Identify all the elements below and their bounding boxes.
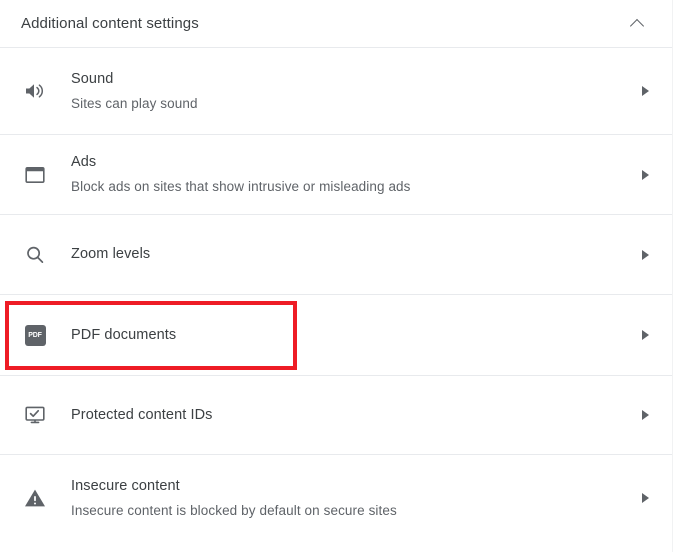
row-text: Insecure content Insecure content is blo…	[71, 476, 637, 521]
row-text: Sound Sites can play sound	[71, 69, 637, 114]
chevron-right-icon[interactable]	[637, 83, 653, 99]
row-subtitle: Insecure content is blocked by default o…	[71, 502, 397, 518]
row-ads[interactable]: Ads Block ads on sites that show intrusi…	[0, 135, 679, 214]
chevron-right-icon[interactable]	[637, 167, 653, 183]
row-sound[interactable]: Sound Sites can play sound	[0, 48, 679, 134]
volume-up-icon	[20, 76, 50, 106]
pdf-icon: PDF	[20, 320, 50, 350]
chevron-right-icon[interactable]	[637, 407, 653, 423]
row-title: PDF documents	[71, 326, 177, 343]
row-title: Sound	[71, 70, 114, 87]
page-title: Additional content settings	[21, 14, 199, 32]
chevron-right-icon[interactable]	[637, 327, 653, 343]
chevron-right-icon[interactable]	[637, 490, 653, 506]
row-text: PDF documents	[71, 325, 637, 346]
row-text: Zoom levels	[71, 244, 637, 265]
row-text: Protected content IDs	[71, 405, 637, 426]
chevron-right-icon[interactable]	[637, 247, 653, 263]
row-insecure-content[interactable]: Insecure content Insecure content is blo…	[0, 455, 679, 541]
panel-right-edge	[672, 0, 673, 552]
row-title: Protected content IDs	[71, 406, 213, 423]
row-subtitle: Sites can play sound	[71, 95, 198, 111]
pdf-icon-label: PDF	[28, 331, 42, 339]
row-title: Ads	[71, 154, 97, 170]
content-settings-panel: Additional content settings Sound Sites …	[0, 0, 679, 552]
row-zoom-levels[interactable]: Zoom levels	[0, 215, 679, 294]
row-protected-content-ids[interactable]: Protected content IDs	[0, 376, 679, 454]
additional-content-settings-header[interactable]: Additional content settings	[0, 0, 679, 47]
chevron-up-icon[interactable]	[629, 15, 647, 33]
row-pdf-documents[interactable]: PDF PDF documents	[0, 295, 679, 375]
row-title: Zoom levels	[71, 246, 151, 262]
warning-triangle-icon	[20, 483, 50, 513]
row-subtitle: Block ads on sites that show intrusive o…	[71, 179, 411, 194]
row-title: Insecure content	[71, 477, 180, 494]
row-text: Ads Block ads on sites that show intrusi…	[71, 152, 637, 197]
search-icon	[20, 240, 50, 270]
monitor-check-icon	[20, 400, 50, 430]
ad-window-icon	[20, 160, 50, 190]
